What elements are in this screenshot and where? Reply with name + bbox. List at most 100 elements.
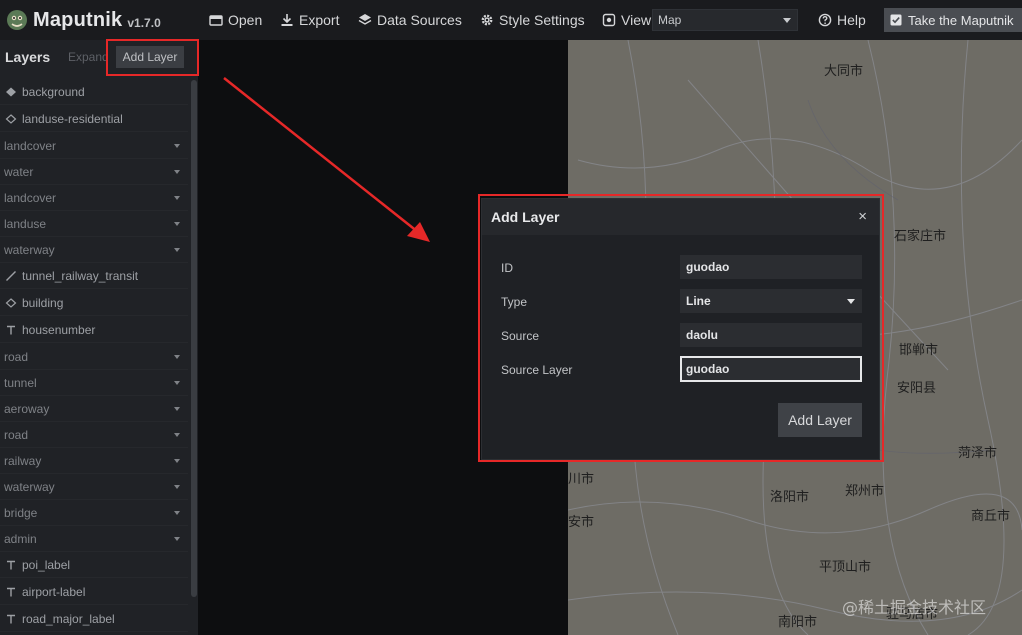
style-settings-button[interactable]: Style Settings: [480, 0, 585, 40]
layer-group[interactable]: road: [0, 422, 188, 448]
view-button[interactable]: View: [602, 0, 651, 40]
text-layer-icon: [7, 325, 15, 334]
line-layer-icon: [6, 270, 16, 281]
chevron-down-icon: [174, 144, 180, 148]
layer-item[interactable]: landuse-residential: [0, 106, 188, 132]
layer-item[interactable]: background: [0, 79, 188, 105]
download-icon: [281, 14, 293, 26]
layer-group-label: waterway: [4, 242, 55, 257]
open-label: Open: [228, 12, 263, 28]
text-layer-icon: [7, 587, 15, 596]
checkbox-icon: [890, 14, 902, 26]
map-city-label: 川市: [568, 472, 595, 487]
map-city-label: 平顶山市: [819, 560, 872, 575]
chevron-down-icon: [174, 170, 180, 174]
help-button[interactable]: Help: [818, 0, 866, 40]
layer-label: road_major_label: [22, 611, 115, 626]
sidebar-scrollbar[interactable]: [191, 80, 197, 597]
chevron-down-icon: [174, 222, 180, 226]
open-button[interactable]: Open: [209, 0, 262, 40]
take-tour-label: Take the Maputnik: [908, 12, 1014, 28]
layers-sidebar: Layers Expand Add Layer background landu…: [0, 40, 198, 635]
layer-group-label: admin: [4, 531, 37, 546]
map-city-label: 商丘市: [971, 509, 1011, 524]
expand-button[interactable]: Expand: [68, 50, 109, 64]
layer-item[interactable]: road_major_label: [0, 606, 188, 632]
layer-group[interactable]: waterway: [0, 237, 188, 263]
map-city-label: 郑州市: [845, 484, 885, 499]
chevron-down-icon: [174, 537, 180, 541]
chevron-down-icon: [174, 433, 180, 437]
layer-group[interactable]: railway: [0, 448, 188, 474]
layer-group-label: water: [4, 164, 34, 179]
chevron-down-icon: [174, 407, 180, 411]
app-name: Maputnik: [33, 8, 123, 31]
map-city-label: 安市: [568, 515, 595, 530]
help-label: Help: [837, 12, 866, 28]
style-settings-label: Style Settings: [499, 12, 585, 28]
layer-group-label: waterway: [4, 479, 55, 494]
layer-item[interactable]: housenumber: [0, 317, 188, 343]
layer-group[interactable]: bridge: [0, 500, 188, 526]
map-city-label: 菏泽市: [958, 446, 998, 461]
layer-group-label: landcover: [4, 138, 57, 153]
chevron-down-icon: [174, 381, 180, 385]
layers-stack-icon: [358, 14, 372, 25]
map-city-label: 大同市: [824, 64, 864, 79]
help-circle-icon: [818, 13, 832, 27]
map-city-label: 石家庄市: [894, 229, 947, 244]
top-toolbar: Maputnik v1.7.0 Open Export Data Sources…: [0, 0, 1022, 40]
chevron-down-icon: [174, 196, 180, 200]
view-select-value: Map: [658, 13, 682, 27]
layer-group-label: aeroway: [4, 401, 50, 416]
layer-group[interactable]: aeroway: [0, 396, 188, 422]
layer-group-label: tunnel: [4, 375, 37, 390]
take-tour-button[interactable]: Take the Maputnik: [884, 8, 1022, 32]
export-button[interactable]: Export: [280, 0, 339, 40]
outline-layer-icon: [5, 113, 17, 124]
layer-group[interactable]: admin: [0, 526, 188, 552]
layer-group[interactable]: tunnel: [0, 370, 188, 396]
map-city-label: 南阳市: [778, 615, 818, 630]
layer-group[interactable]: landcover: [0, 133, 188, 159]
layer-label: landuse-residential: [22, 111, 123, 126]
data-sources-button[interactable]: Data Sources: [358, 0, 462, 40]
view-label: View: [621, 12, 652, 28]
layer-label: tunnel_railway_transit: [22, 268, 139, 283]
layer-group[interactable]: landuse: [0, 211, 188, 237]
chevron-down-icon: [174, 459, 180, 463]
layer-item[interactable]: airport-label: [0, 579, 188, 605]
chevron-down-icon: [174, 511, 180, 515]
layer-group-label: road: [4, 349, 29, 364]
highlight-box-modal: [478, 194, 884, 462]
layer-label: housenumber: [22, 322, 96, 337]
eye-icon: [602, 13, 616, 27]
layer-group-label: road: [4, 427, 29, 442]
layer-group-label: bridge: [4, 505, 38, 520]
layer-group[interactable]: waterway: [0, 474, 188, 500]
layers-title: Layers: [5, 49, 51, 65]
layer-group[interactable]: road: [0, 344, 188, 370]
export-label: Export: [299, 12, 340, 28]
text-layer-icon: [7, 614, 15, 623]
layer-item[interactable]: poi_label: [0, 552, 188, 578]
layer-group-label: landuse: [4, 216, 47, 231]
fill-layer-icon: [6, 87, 16, 96]
map-city-label: 安阳县: [897, 381, 937, 396]
layer-group-label: railway: [4, 453, 42, 468]
folder-icon: [209, 15, 223, 26]
view-select[interactable]: Map: [652, 9, 798, 31]
layer-group-label: landcover: [4, 190, 57, 205]
gear-icon: [481, 14, 493, 26]
layer-item[interactable]: building: [0, 290, 188, 316]
layer-group[interactable]: water: [0, 159, 188, 185]
chevron-down-icon: [174, 485, 180, 489]
layer-item[interactable]: tunnel_railway_transit: [0, 263, 188, 289]
layer-label: airport-label: [22, 584, 86, 599]
maputnik-logo-icon: [7, 10, 27, 30]
text-layer-icon: [7, 560, 15, 569]
map-city-label: 洛阳市: [770, 490, 810, 505]
layer-label: poi_label: [22, 557, 71, 572]
app-logo: Maputnik v1.7.0: [0, 0, 161, 40]
layer-group[interactable]: landcover: [0, 185, 188, 211]
